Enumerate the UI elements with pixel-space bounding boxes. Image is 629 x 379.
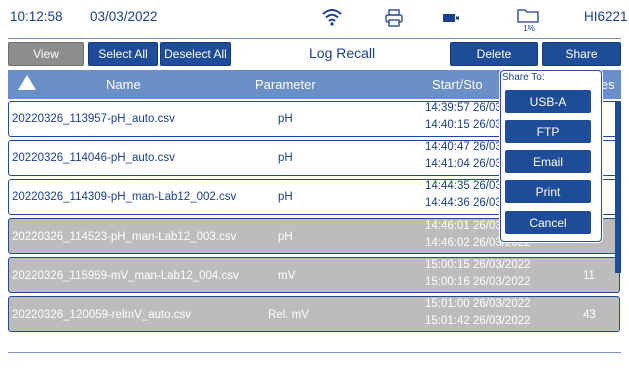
sample-count: 43	[583, 309, 596, 321]
clock-time: 10:12:58	[10, 9, 63, 24]
stop-time: 14:44:36 26/03	[425, 197, 502, 209]
share-ftp-button[interactable]: FTP	[505, 120, 591, 143]
sample-count: 11	[583, 270, 595, 282]
file-parameter: pH	[278, 231, 293, 243]
share-button[interactable]: Share	[542, 42, 621, 66]
file-parameter: mV	[278, 270, 296, 282]
share-usb-button[interactable]: USB-A	[505, 90, 591, 113]
column-parameter[interactable]: Parameter	[255, 77, 316, 92]
start-time: 14:44:35 26/03	[425, 180, 502, 192]
start-time: 14:39:57 26/03	[425, 102, 502, 114]
list-divider	[8, 352, 621, 353]
share-email-button[interactable]: Email	[505, 150, 591, 173]
battery-icon	[443, 14, 459, 22]
stop-time: 14:41:04 26/03	[425, 158, 502, 170]
deselect-all-button[interactable]: Deselect All	[160, 42, 231, 66]
stop-time: 15:01:42 26/03/2022	[425, 315, 531, 327]
storage-percent: 1%	[523, 24, 535, 33]
delete-button[interactable]: Delete	[450, 42, 538, 66]
page-title: Log Recall	[309, 45, 376, 61]
status-divider	[8, 38, 621, 39]
start-time: 15:00:15 26/03/2022	[425, 259, 531, 271]
file-parameter: pH	[278, 191, 293, 203]
share-popup-title: Share To:	[502, 72, 545, 83]
scrollbar[interactable]	[615, 101, 621, 273]
sort-up-icon[interactable]	[18, 75, 36, 90]
folder-icon	[517, 9, 539, 23]
file-name: 20220326_114309-pH_man-Lab12_002.csv	[12, 191, 237, 203]
wifi-icon	[322, 9, 342, 26]
share-print-button[interactable]: Print	[505, 180, 591, 203]
device-model: HI6221	[584, 9, 628, 24]
start-time: 15:01:00 26/03/2022	[425, 298, 531, 310]
file-parameter: Rel. mV	[268, 309, 309, 321]
file-name: 20220326_115959-mV_man-Lab12_004.csv	[12, 270, 239, 282]
start-time: 14:40:47 26/03	[425, 141, 502, 153]
file-name: 20220326_114046-pH_auto.csv	[12, 152, 175, 164]
view-button[interactable]: View	[8, 42, 84, 66]
column-start-stop[interactable]: Start/Sto	[432, 77, 483, 92]
column-name[interactable]: Name	[106, 77, 141, 92]
file-parameter: pH	[278, 113, 293, 125]
file-parameter: pH	[278, 152, 293, 164]
file-name: 20220326_114523-pH_man-Lab12_003.csv	[12, 231, 237, 243]
file-name: 20220326_113957-pH_auto.csv	[12, 113, 175, 125]
clock-date: 03/03/2022	[90, 9, 158, 24]
file-name: 20220326_120059-relmV_auto.csv	[12, 309, 192, 321]
share-cancel-button[interactable]: Cancel	[505, 211, 591, 234]
stop-time: 14:40:15 26/03	[425, 119, 502, 131]
select-all-button[interactable]: Select All	[88, 42, 158, 66]
stop-time: 15:00:16 26/03/2022	[425, 276, 531, 288]
start-time: 14:46:01 26/03	[425, 220, 502, 232]
printer-icon	[385, 9, 403, 27]
